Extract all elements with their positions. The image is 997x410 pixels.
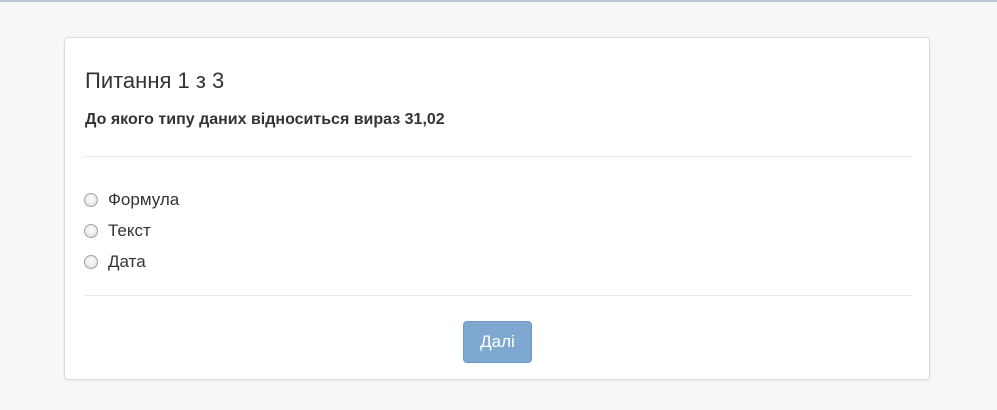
answer-option-date[interactable]: Дата <box>84 246 684 277</box>
question-title: Питання 1 з 3 <box>85 68 225 93</box>
option-label: Формула <box>108 189 180 209</box>
top-border-line <box>0 0 997 2</box>
answer-option-text[interactable]: Текст <box>84 215 684 246</box>
answer-option-formula[interactable]: Формула <box>84 184 684 215</box>
question-panel: Питання 1 з 3 До якого типу даних віднос… <box>64 37 930 380</box>
radio-button[interactable] <box>84 192 98 207</box>
radio-button[interactable] <box>84 223 98 238</box>
option-label: Текст <box>108 220 151 240</box>
question-text: До якого типу даних відноситься вираз 31… <box>85 111 445 128</box>
option-label: Дата <box>108 251 146 271</box>
radio-button[interactable] <box>84 254 98 269</box>
answer-options: Формула Текст Дата <box>84 184 684 277</box>
next-button[interactable]: Далі <box>463 321 532 363</box>
divider <box>84 295 912 296</box>
divider <box>84 156 912 157</box>
